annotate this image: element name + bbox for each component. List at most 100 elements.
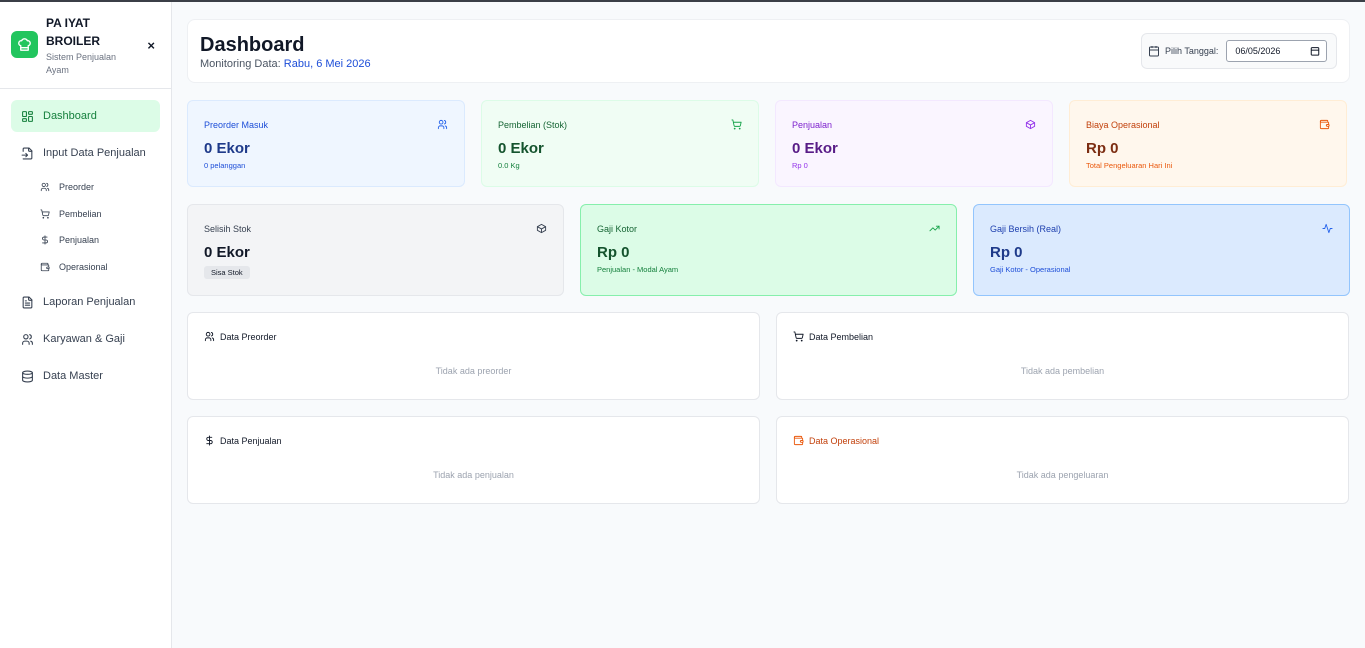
database-icon [22,370,33,382]
card-gaji-bersih: Gaji Bersih (Real) Rp 0 Gaji Kotor - Ope… [973,204,1350,296]
panel-data-preorder: Data Preorder Tidak ada preorder [187,312,760,400]
card-note: 0.0 Kg [498,161,520,170]
panel-title: Data Preorder [220,331,277,342]
date-picker-box: Pilih Tanggal: 06/05/2026 [1141,33,1337,69]
sidebar-subitem-label: Operasional [59,261,108,272]
brand-title: PA IYAT BROILER [46,16,100,48]
empty-state: Tidak ada pembelian [1020,366,1105,376]
sidebar-nav: Dashboard Input Data Penjualan Preorder … [0,89,171,392]
monitoring-info: Monitoring Data: Rabu, 6 Mei 2026 [200,58,371,70]
summary-row-1: Preorder Masuk 0 Ekor 0 pelanggan Pembel… [187,100,1350,187]
file-text-icon [22,296,33,308]
package-icon [1025,119,1036,130]
card-selisih-stok: Selisih Stok 0 Ekor Sisa Stok [187,204,564,296]
calendar-icon [1149,46,1159,57]
summary-row-2: Selisih Stok 0 Ekor Sisa Stok Gaji Kotor… [187,204,1350,296]
sidebar-subitem-pembelian[interactable]: Pembelian [0,201,171,228]
card-note: Gaji Kotor - Operasional [990,265,1071,274]
sidebar-item-data-master[interactable]: Data Master [11,360,160,392]
card-value: Rp 0 [597,244,630,261]
card-gaji-kotor: Gaji Kotor Rp 0 Penjualan - Modal Ayam [580,204,957,296]
monitoring-label: Monitoring Data: [200,57,281,70]
panel-title: Data Operasional [809,435,880,446]
sidebar-item-label: Dashboard [43,110,97,122]
sidebar-item-label: Karyawan & Gaji [43,333,125,345]
wallet-icon [40,262,50,271]
card-value: Rp 0 [990,244,1023,261]
users-icon [437,119,448,130]
date-value: 06/05/2026 [1235,46,1281,56]
card-title: Selisih Stok [204,224,252,234]
empty-state: Tidak ada penjualan [433,470,514,480]
card-title: Penjualan [792,120,833,130]
brand-subtitle: Sistem Penjualan Ayam [46,52,117,75]
sidebar-subitem-preorder[interactable]: Preorder [0,174,171,201]
sidebar-item-karyawan[interactable]: Karyawan & Gaji [11,323,160,355]
dashboard-grid-icon [22,110,33,122]
wallet-icon [1319,119,1330,130]
card-value: Rp 0 [1086,140,1119,157]
data-panels-row-2: Data Penjualan Tidak ada penjualan Data … [187,416,1350,504]
page-title: Dashboard [200,33,305,56]
card-biaya-operasional: Biaya Operasional Rp 0 Total Pengeluaran… [1069,100,1347,187]
card-value: 0 Ekor [498,140,544,157]
calendar-picker-icon[interactable] [1310,46,1320,56]
sidebar-subitem-label: Preorder [59,182,95,193]
file-input-icon [21,147,33,159]
cart-icon [731,119,742,130]
users-icon [22,333,33,345]
users-icon [40,183,50,192]
card-preorder: Preorder Masuk 0 Ekor 0 pelanggan [187,100,465,187]
card-value: 0 Ekor [204,244,250,261]
sidebar-item-label: Input Data Penjualan [43,147,146,159]
sidebar-item-dashboard[interactable]: Dashboard [11,100,160,132]
panel-title: Data Pembelian [809,331,874,342]
panel-data-operasional: Data Operasional Tidak ada pengeluaran [776,416,1349,504]
panel-data-penjualan: Data Penjualan Tidak ada penjualan [187,416,760,504]
card-value: 0 Ekor [792,140,838,157]
monitoring-date: Rabu, 6 Mei 2026 [283,57,371,70]
sidebar-item-label: Data Master [43,370,103,382]
card-title: Pembelian (Stok) [498,120,568,130]
users-icon [204,331,215,342]
activity-icon [1322,223,1333,234]
sidebar-subitem-label: Penjualan [59,235,100,246]
page-header: Dashboard Monitoring Data: Rabu, 6 Mei 2… [187,19,1350,83]
close-sidebar-button[interactable]: × [147,38,155,53]
card-note: 0 pelanggan [204,161,246,170]
status-badge: Sisa Stok [204,266,250,279]
data-panels-row-1: Data Preorder Tidak ada preorder Data Pe… [187,312,1350,400]
sidebar-item-laporan[interactable]: Laporan Penjualan [11,286,160,318]
sidebar-item-label: Laporan Penjualan [43,296,136,308]
sidebar: PA IYAT BROILER Sistem Penjualan Ayam × … [0,2,172,648]
card-title: Gaji Kotor [597,224,638,234]
card-title: Biaya Operasional [1086,120,1160,130]
cart-icon [40,209,50,219]
date-label: Pilih Tanggal: [1165,46,1219,56]
cart-icon [793,331,804,342]
panel-data-pembelian: Data Pembelian Tidak ada pembelian [776,312,1349,400]
card-title: Preorder Masuk [204,120,269,130]
empty-state: Tidak ada pengeluaran [1016,470,1109,480]
sidebar-item-input-data[interactable]: Input Data Penjualan [11,137,160,169]
empty-state: Tidak ada preorder [435,366,512,376]
brand: PA IYAT BROILER Sistem Penjualan Ayam × [0,2,171,89]
date-input[interactable]: 06/05/2026 [1226,40,1328,62]
wallet-icon [793,435,804,446]
card-value: 0 Ekor [204,140,250,157]
sidebar-subitem-label: Pembelian [59,208,102,219]
card-pembelian: Pembelian (Stok) 0 Ekor 0.0 Kg [481,100,759,187]
sidebar-subitem-penjualan[interactable]: Penjualan [0,227,171,254]
card-penjualan: Penjualan 0 Ekor Rp 0 [775,100,1053,187]
dollar-icon [206,435,213,446]
panel-title: Data Penjualan [220,435,282,446]
card-note: Penjualan - Modal Ayam [597,265,679,274]
main-content: Dashboard Monitoring Data: Rabu, 6 Mei 2… [187,19,1350,504]
dollar-icon [42,235,48,245]
trending-up-icon [929,225,940,232]
card-title: Gaji Bersih (Real) [990,224,1062,234]
package-icon [536,223,547,234]
card-note: Total Pengeluaran Hari Ini [1086,161,1173,170]
chicken-logo-icon [11,31,38,58]
sidebar-subitem-operasional[interactable]: Operasional [0,254,171,281]
